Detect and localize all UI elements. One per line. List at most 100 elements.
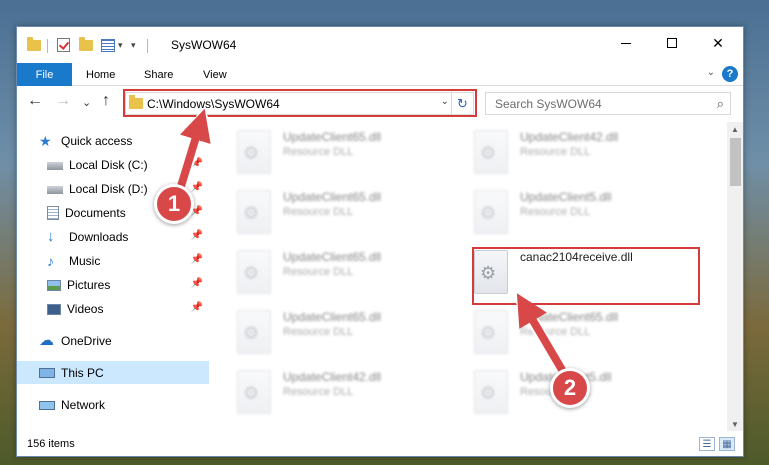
sidebar-item-pictures[interactable]: Pictures 📌: [17, 273, 209, 296]
list-item[interactable]: UpdateClient65.dll Resource DLL: [213, 304, 438, 358]
file-name: UpdateClient65.dll: [283, 250, 382, 264]
onedrive-icon: ☁: [39, 331, 54, 349]
up-icon[interactable]: ↑: [102, 92, 110, 110]
sidebar-item-quick-access[interactable]: ★ Quick access: [17, 129, 209, 152]
sidebar-item-label: Local Disk (D:): [69, 181, 148, 196]
file-name: UpdateClient65.dll: [283, 310, 382, 324]
tab-share[interactable]: Share: [144, 63, 173, 86]
toolbar-dropdown-icon[interactable]: ▾: [118, 40, 123, 56]
tab-view[interactable]: View: [203, 63, 227, 86]
pin-icon[interactable]: 📌: [191, 182, 203, 193]
navigation-pane: ★ Quick access Local Disk (C:) 📌 Local D…: [17, 122, 209, 432]
sidebar-item-label: OneDrive: [61, 333, 112, 348]
sidebar-item-label: Downloads: [69, 229, 129, 244]
sidebar-item-music[interactable]: ♪ Music 📌: [17, 249, 209, 272]
pin-icon[interactable]: 📌: [191, 230, 203, 241]
file-name: UpdateClient42.dll: [283, 370, 382, 384]
pin-icon[interactable]: 📌: [191, 254, 203, 265]
window-title: SysWOW64: [171, 38, 237, 52]
file-name: UpdateClient42.dll: [520, 130, 619, 144]
help-icon[interactable]: ?: [722, 66, 738, 82]
dll-file-icon: [237, 310, 271, 354]
sidebar-item-label: Local Disk (C:): [69, 157, 148, 172]
maximize-icon: [667, 38, 677, 48]
new-folder-icon[interactable]: [79, 37, 93, 51]
scroll-down-icon[interactable]: ▼: [731, 420, 739, 429]
file-type: Resource DLL: [520, 326, 591, 338]
sidebar-item-label: This PC: [61, 365, 104, 380]
sidebar-item-label: Documents: [65, 205, 126, 220]
file-type: Resource DLL: [283, 386, 354, 398]
sidebar-item-this-pc[interactable]: This PC: [17, 361, 209, 384]
download-icon: ↓: [47, 227, 55, 245]
forward-icon[interactable]: →: [55, 92, 71, 110]
maximize-button[interactable]: [649, 27, 695, 59]
list-item[interactable]: UpdateClient42.dll Resource DLL: [450, 124, 675, 178]
sidebar-item-downloads[interactable]: ↓ Downloads 📌: [17, 225, 209, 248]
file-name: UpdateClient65.dll: [283, 130, 382, 144]
drive-icon: [47, 162, 63, 170]
dll-file-icon: [474, 190, 508, 234]
file-name: UpdateClient65.dll: [283, 190, 382, 204]
list-item[interactable]: UpdateClient42.dll Resource DLL: [213, 364, 438, 418]
search-input[interactable]: Search SysWOW64 ⌕: [485, 92, 731, 115]
properties-check-icon[interactable]: [57, 38, 70, 52]
folder-icon[interactable]: [27, 37, 41, 51]
list-item[interactable]: UpdateClient65.dll Resource DLL: [213, 244, 438, 298]
details-view-icon[interactable]: ☰: [699, 437, 715, 451]
star-icon: ★: [39, 132, 52, 149]
list-item[interactable]: UpdateClient5.dll Resource DLL: [450, 184, 675, 238]
dll-file-icon: [474, 130, 508, 174]
search-placeholder: Search SysWOW64: [495, 97, 602, 111]
dll-file-icon: [237, 370, 271, 414]
back-icon[interactable]: ←: [27, 92, 43, 110]
customize-icon[interactable]: [101, 39, 115, 52]
search-icon: ⌕: [716, 96, 724, 111]
sidebar-item-local-disk-c[interactable]: Local Disk (C:) 📌: [17, 153, 209, 176]
sidebar-item-label: Network: [61, 397, 106, 412]
pictures-icon: [47, 279, 61, 291]
sidebar-item-videos[interactable]: Videos 📌: [17, 297, 209, 320]
network-icon: [39, 401, 55, 410]
dll-file-icon: [237, 130, 271, 174]
scroll-thumb[interactable]: [730, 138, 741, 186]
step-2-badge: 2: [550, 368, 590, 408]
file-highlight-box: [472, 247, 700, 305]
toolbar-divider: [147, 39, 148, 53]
vertical-scrollbar[interactable]: ▲ ▼: [727, 122, 743, 432]
documents-icon: [47, 205, 59, 220]
file-type: Resource DLL: [283, 266, 354, 278]
expand-ribbon-icon[interactable]: ⌄: [707, 67, 715, 78]
minimize-button[interactable]: [603, 27, 649, 59]
large-icons-view-icon[interactable]: ▦: [719, 437, 735, 451]
tab-home[interactable]: Home: [86, 63, 115, 86]
pin-icon[interactable]: 📌: [191, 158, 203, 169]
file-type: Resource DLL: [520, 206, 591, 218]
customize-toolbar-icon[interactable]: ▾: [131, 40, 136, 56]
close-button[interactable]: ✕: [695, 27, 741, 59]
step-1-badge: 1: [154, 184, 194, 224]
drive-icon: [47, 186, 63, 194]
explorer-window: ▾ ▾ SysWOW64 ✕ File Home Share View ⌄ ? …: [16, 26, 744, 457]
sidebar-item-onedrive[interactable]: ☁ OneDrive: [17, 329, 209, 352]
scroll-up-icon[interactable]: ▲: [731, 125, 739, 134]
dll-file-icon: [237, 250, 271, 294]
sidebar-item-label: Quick access: [61, 133, 133, 148]
list-item[interactable]: UpdateClient65.dll Resource DLL: [213, 184, 438, 238]
pin-icon[interactable]: 📌: [191, 302, 203, 313]
address-highlight-box: [123, 89, 477, 117]
list-item[interactable]: UpdateClient65.dll Resource DLL: [450, 304, 675, 358]
dll-file-icon: [237, 190, 271, 234]
title-bar: ▾ ▾ SysWOW64 ✕: [17, 27, 743, 63]
pin-icon[interactable]: 📌: [191, 278, 203, 289]
sidebar-item-label: Pictures: [67, 277, 111, 292]
list-item[interactable]: UpdateClient65.dll Resource DLL: [213, 124, 438, 178]
sidebar-item-network[interactable]: Network: [17, 393, 209, 416]
recent-locations-icon[interactable]: ⌄: [82, 96, 91, 109]
music-icon: ♪: [47, 252, 54, 269]
minimize-icon: [621, 42, 631, 44]
item-count: 156 items: [27, 438, 75, 450]
tab-file[interactable]: File: [17, 63, 72, 86]
ribbon: File Home Share View ⌄ ?: [17, 63, 743, 86]
sidebar-item-label: Videos: [67, 301, 104, 316]
